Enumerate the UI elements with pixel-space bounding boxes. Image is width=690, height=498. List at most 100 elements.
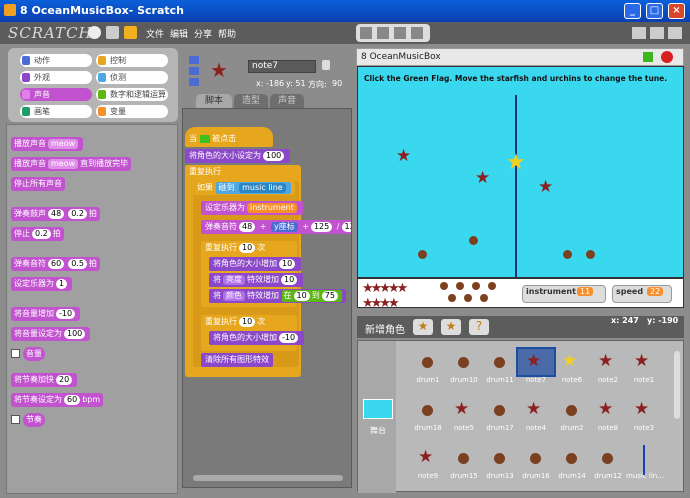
category-motion[interactable]: 动作 (20, 54, 92, 67)
effect-dropdown[interactable]: 颜色 (223, 291, 245, 301)
tray-urchin-group[interactable] (440, 282, 520, 304)
sprite-thumb-drum10[interactable]: drum10 (446, 349, 482, 384)
sprite-thumb-drum13[interactable]: drum13 (482, 445, 518, 480)
clear-effects-block[interactable]: 清除所有图形特效 (201, 353, 273, 367)
starfish-sprite[interactable]: ★ (538, 177, 553, 197)
size-change-field[interactable]: -10 (279, 333, 299, 343)
urchin-sprite[interactable] (469, 236, 478, 245)
duplicate-icon[interactable] (360, 27, 372, 39)
beats-field[interactable]: 0.2 (32, 229, 51, 239)
sprite-thumb-note3[interactable]: ★ note3 (626, 397, 662, 432)
sprite-thumb-note9[interactable]: ★ note9 (410, 445, 446, 480)
close-button[interactable]: × (668, 3, 685, 19)
volume-field[interactable]: 100 (64, 329, 86, 339)
sprite-thumb-drum15[interactable]: drum15 (446, 445, 482, 480)
urchin-sprite[interactable] (440, 282, 448, 290)
sprite-thumb-drum14[interactable]: drum14 (554, 445, 590, 480)
urchin-sprite[interactable] (488, 282, 496, 290)
set-instrument-block[interactable]: 设定乐器为 instrument (201, 201, 303, 215)
random-from-field[interactable]: 10 (293, 291, 310, 301)
category-operators[interactable]: 数字和逻辑运算 (96, 88, 168, 101)
tab-sounds[interactable]: 声音 (270, 94, 304, 108)
sprite-thumb-note2[interactable]: ★ note2 (590, 349, 626, 384)
sprite-thumb-note8[interactable]: ★ note8 (590, 397, 626, 432)
stop-all-sounds-block[interactable]: 停止所有声音 (11, 177, 65, 191)
shrink-icon[interactable] (411, 27, 423, 39)
lock-icon[interactable] (322, 60, 330, 70)
rotate-style-icon[interactable] (189, 56, 199, 64)
play-note-block[interactable]: 弹奏音符 60 0.5 拍 (11, 257, 100, 271)
sprite-thumb-note6[interactable]: ★ note6 (554, 349, 590, 384)
change-volume-block[interactable]: 将音量增加 -10 (11, 307, 81, 321)
change-size-block[interactable]: 将角色的大小增加 10 (209, 257, 302, 271)
small-stage-icon[interactable] (632, 27, 646, 39)
menu-help[interactable]: 帮助 (218, 27, 236, 40)
effect-amount-field[interactable]: 10 (281, 275, 298, 285)
scissors-icon[interactable] (377, 27, 389, 39)
minimize-button[interactable]: _ (624, 3, 641, 19)
sprite-thumb-drum12[interactable]: drum12 (590, 445, 626, 480)
save-icon[interactable] (106, 26, 119, 39)
size-change-field[interactable]: 10 (279, 259, 296, 269)
repeat-count-field[interactable]: 10 (239, 243, 256, 253)
sprite-thumb-drum2[interactable]: drum2 (554, 397, 590, 432)
tempo-reporter[interactable]: 节奏 (23, 413, 45, 427)
urchin-sprite[interactable] (480, 294, 488, 302)
sprite-thumb-drum11[interactable]: drum11 (482, 349, 518, 384)
flip-style-icon[interactable] (189, 67, 199, 75)
change-color-effect-block[interactable]: 将颜色 特效增加 在 10 到 75 (209, 289, 346, 303)
starfish-sprite[interactable]: ★ (396, 146, 411, 166)
note-offset-field[interactable]: 125 (310, 222, 333, 232)
category-variables[interactable]: 变量 (96, 105, 168, 118)
no-rotate-icon[interactable] (189, 78, 199, 86)
volume-field[interactable]: -10 (56, 309, 76, 319)
divisor-field[interactable]: 12 (341, 222, 351, 232)
change-tempo-block[interactable]: 将节奏加快 20 (11, 373, 78, 387)
category-control[interactable]: 控制 (96, 54, 168, 67)
scripts-horizontal-scrollbar[interactable] (193, 475, 343, 481)
sprite-thumb-note5[interactable]: ★ note5 (446, 397, 482, 432)
play-drum-block[interactable]: 弹奏鼓声 48 0.2 拍 (11, 207, 100, 221)
category-sound[interactable]: 声音 (20, 88, 92, 101)
urchin-sprite[interactable] (472, 282, 480, 290)
drum-field[interactable]: 48 (48, 209, 65, 219)
change-size-block-2[interactable]: 将角色的大小增加 -10 (209, 331, 305, 345)
grow-icon[interactable] (394, 27, 406, 39)
normal-stage-icon[interactable] (650, 27, 664, 39)
note-field[interactable]: 60 (48, 259, 65, 269)
pick-random-block[interactable]: 在 10 到 75 (281, 290, 342, 302)
volume-checkbox[interactable] (11, 349, 20, 358)
beats-field[interactable]: 0.5 (68, 259, 87, 269)
random-to-field[interactable]: 75 (321, 291, 338, 301)
choose-sprite-file-icon[interactable]: ★ (441, 319, 461, 335)
menu-share[interactable]: 分享 (194, 27, 212, 40)
paint-new-sprite-icon[interactable]: ★ (413, 319, 433, 335)
when-flag-clicked-hat[interactable]: 当 被点击 (185, 127, 273, 147)
tempo-field[interactable]: 60 (64, 395, 81, 405)
urchin-sprite[interactable] (586, 250, 595, 259)
instrument-variable[interactable]: instrument (247, 203, 297, 213)
stage-thumbnail[interactable]: 舞台 (358, 341, 396, 493)
sprite-thumb-drum16[interactable]: drum16 (518, 445, 554, 480)
tempo-field[interactable]: 20 (56, 375, 73, 385)
effect-dropdown[interactable]: 亮度 (223, 275, 245, 285)
tray-starfish-group[interactable]: ★★★★★ ★★★★ (362, 281, 408, 311)
rest-block[interactable]: 停止 0.2 拍 (11, 227, 64, 241)
speed-monitor[interactable]: speed 22 (612, 285, 672, 303)
sound-dropdown[interactable]: meow (48, 139, 79, 149)
urchin-sprite[interactable] (563, 250, 572, 259)
touching-dropdown[interactable]: music line (239, 183, 286, 193)
tempo-checkbox[interactable] (11, 415, 20, 424)
share-icon[interactable] (124, 26, 137, 39)
change-brightness-effect-block[interactable]: 将亮度 特效增加 10 (209, 273, 304, 287)
set-size-block[interactable]: 将角色的大小设定为 100 (185, 149, 291, 163)
sprite-thumb-drum1[interactable]: drum1 (410, 349, 446, 384)
volume-reporter[interactable]: 音量 (23, 347, 45, 361)
globe-icon[interactable] (88, 26, 101, 39)
tab-costumes[interactable]: 造型 (234, 94, 268, 108)
sprite-name-field[interactable]: note7 (248, 60, 316, 73)
urchin-sprite[interactable] (464, 294, 472, 302)
size-field[interactable]: 100 (263, 151, 285, 161)
green-flag-button[interactable] (643, 52, 653, 62)
starfish-sprite[interactable]: ★ (475, 168, 490, 188)
